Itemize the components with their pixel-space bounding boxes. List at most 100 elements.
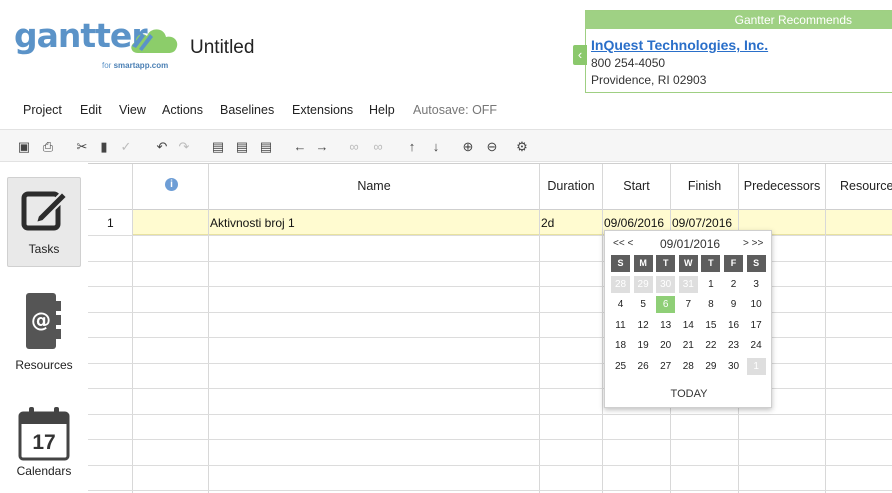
sidebar-resources-label: Resources — [15, 358, 73, 372]
datepicker-day[interactable]: 18 — [611, 337, 630, 354]
datepicker-day[interactable]: 15 — [701, 317, 720, 334]
logo-subtitle: for smartapp.com — [102, 61, 168, 70]
undo-icon[interactable]: ↶ — [154, 139, 170, 155]
datepicker-day[interactable]: 24 — [747, 337, 766, 354]
datepicker-day[interactable]: 10 — [747, 296, 766, 313]
datepicker-day[interactable]: 11 — [611, 317, 630, 334]
print-icon[interactable]: ⎙ — [40, 139, 56, 155]
column-header-duration[interactable]: Duration — [540, 179, 602, 193]
column-header-finish[interactable]: Finish — [671, 179, 738, 193]
datepicker-day[interactable]: 27 — [656, 358, 675, 375]
datepicker-day[interactable]: 14 — [679, 317, 698, 334]
task-name-cell[interactable]: Aktivnosti broj 1 — [210, 216, 295, 230]
settings-icon[interactable]: ⚙ — [514, 139, 530, 155]
move-down-icon[interactable]: ↓ — [428, 139, 444, 155]
datepicker-day[interactable]: 23 — [724, 337, 743, 354]
logo-sub-brand: smartapp.com — [113, 61, 169, 70]
row-divider — [88, 439, 892, 440]
redo-icon[interactable]: ↷ — [176, 139, 192, 155]
outdent-icon[interactable]: ← — [292, 139, 308, 155]
column-header-predecessors[interactable]: Predecessors — [739, 179, 825, 193]
document-title[interactable]: Untitled — [190, 37, 254, 59]
menu-project[interactable]: Project — [23, 103, 62, 117]
toolbar: ▣ ⎙ ✂ ▮ ✓ ↶ ↷ ▤ ▤ ▤ ← → ∞ ∞ ↑ ↓ ⊕ ⊖ ⚙ — [0, 129, 892, 162]
address-book-icon: @ — [26, 293, 61, 349]
datepicker-day[interactable]: 25 — [611, 358, 630, 375]
cut-icon[interactable]: ✂ — [74, 139, 90, 155]
insert-task-icon[interactable]: ▤ — [210, 139, 226, 155]
unlink-icon[interactable]: ∞ — [370, 139, 386, 155]
datepicker-day[interactable]: 29 — [633, 275, 653, 293]
save-icon[interactable]: ▣ — [16, 139, 32, 155]
menu-extensions[interactable]: Extensions — [292, 103, 353, 117]
zoom-in-icon[interactable]: ⊕ — [460, 139, 476, 155]
datepicker-weekday: S — [746, 255, 766, 272]
menu-actions[interactable]: Actions — [162, 103, 203, 117]
gantter-logo: gantter for smartapp.com — [14, 14, 184, 74]
info-icon[interactable]: i — [165, 178, 178, 191]
zoom-out-icon[interactable]: ⊖ — [484, 139, 500, 155]
datepicker-prev[interactable]: << < — [613, 238, 633, 249]
row-divider — [88, 465, 892, 466]
datepicker-day[interactable]: 8 — [701, 296, 720, 313]
row-divider — [88, 490, 892, 491]
datepicker-day[interactable]: 12 — [634, 317, 653, 334]
menu-help[interactable]: Help — [369, 103, 395, 117]
paste-icon[interactable]: ▮ — [96, 139, 112, 155]
datepicker-weekday: M — [633, 255, 653, 272]
datepicker-today-button[interactable]: TODAY — [605, 388, 773, 400]
datepicker-day[interactable]: 31 — [678, 275, 698, 293]
task-row-number[interactable]: 1 — [107, 216, 114, 230]
datepicker-day[interactable]: 3 — [747, 276, 766, 293]
datepicker-day[interactable]: 1 — [746, 357, 766, 375]
datepicker-day[interactable]: 5 — [634, 296, 653, 313]
insert-subtask-icon[interactable]: ▤ — [234, 139, 250, 155]
row-divider — [88, 414, 892, 415]
menu-baselines[interactable]: Baselines — [220, 103, 274, 117]
datepicker-day[interactable]: 17 — [747, 317, 766, 334]
recommend-company-link[interactable]: InQuest Technologies, Inc. — [591, 37, 768, 53]
column-header-resource[interactable]: Resource — [826, 179, 892, 193]
sidebar-tasks[interactable]: Tasks — [7, 177, 81, 267]
task-duration-cell[interactable]: 2d — [541, 216, 554, 230]
format-painter-icon[interactable]: ✓ — [118, 139, 134, 155]
datepicker-day[interactable]: 30 — [656, 275, 676, 293]
indent-icon[interactable]: → — [314, 139, 330, 155]
datepicker-day[interactable]: 13 — [656, 317, 675, 334]
datepicker-next[interactable]: > >> — [743, 238, 763, 249]
datepicker-day[interactable]: 26 — [634, 358, 653, 375]
datepicker-weekday: F — [724, 255, 743, 272]
sidebar-calendars[interactable]: 17 Calendars — [7, 405, 81, 491]
datepicker-day[interactable]: 7 — [679, 296, 698, 313]
datepicker-day[interactable]: 2 — [724, 276, 743, 293]
link-icon[interactable]: ∞ — [346, 139, 362, 155]
datepicker-day[interactable]: 29 — [701, 358, 720, 375]
datepicker-day[interactable]: 9 — [724, 296, 743, 313]
svg-text:@: @ — [31, 308, 51, 332]
move-up-icon[interactable]: ↑ — [404, 139, 420, 155]
datepicker-day[interactable]: 28 — [679, 358, 698, 375]
datepicker-day[interactable]: 21 — [679, 337, 698, 354]
sidebar-resources[interactable]: @ Resources — [7, 291, 81, 377]
column-divider — [825, 164, 826, 493]
column-header-start[interactable]: Start — [603, 179, 670, 193]
column-header-name[interactable]: Name — [209, 179, 539, 193]
datepicker-day[interactable]: 1 — [701, 276, 720, 293]
task-finish-cell[interactable]: 09/07/2016 — [672, 216, 732, 230]
datepicker-day[interactable]: 19 — [634, 337, 653, 354]
menu-edit[interactable]: Edit — [80, 103, 102, 117]
menu-view[interactable]: View — [119, 103, 146, 117]
datepicker-month-label: 09/01/2016 — [660, 237, 721, 251]
datepicker-day[interactable]: 16 — [724, 317, 743, 334]
datepicker-day[interactable]: 28 — [611, 275, 630, 293]
calendar-day-number: 17 — [32, 431, 56, 454]
collapse-panel-icon[interactable]: ‹ — [573, 45, 587, 65]
datepicker-day[interactable]: 30 — [724, 358, 743, 375]
datepicker-day[interactable]: 6 — [656, 296, 676, 313]
insert-summary-icon[interactable]: ▤ — [258, 139, 274, 155]
datepicker-day[interactable]: 20 — [656, 337, 675, 354]
datepicker-day[interactable]: 4 — [611, 296, 630, 313]
sidebar-tasks-label: Tasks — [28, 242, 60, 256]
datepicker-day[interactable]: 22 — [701, 337, 720, 354]
task-start-cell[interactable]: 09/06/2016 — [604, 216, 664, 230]
